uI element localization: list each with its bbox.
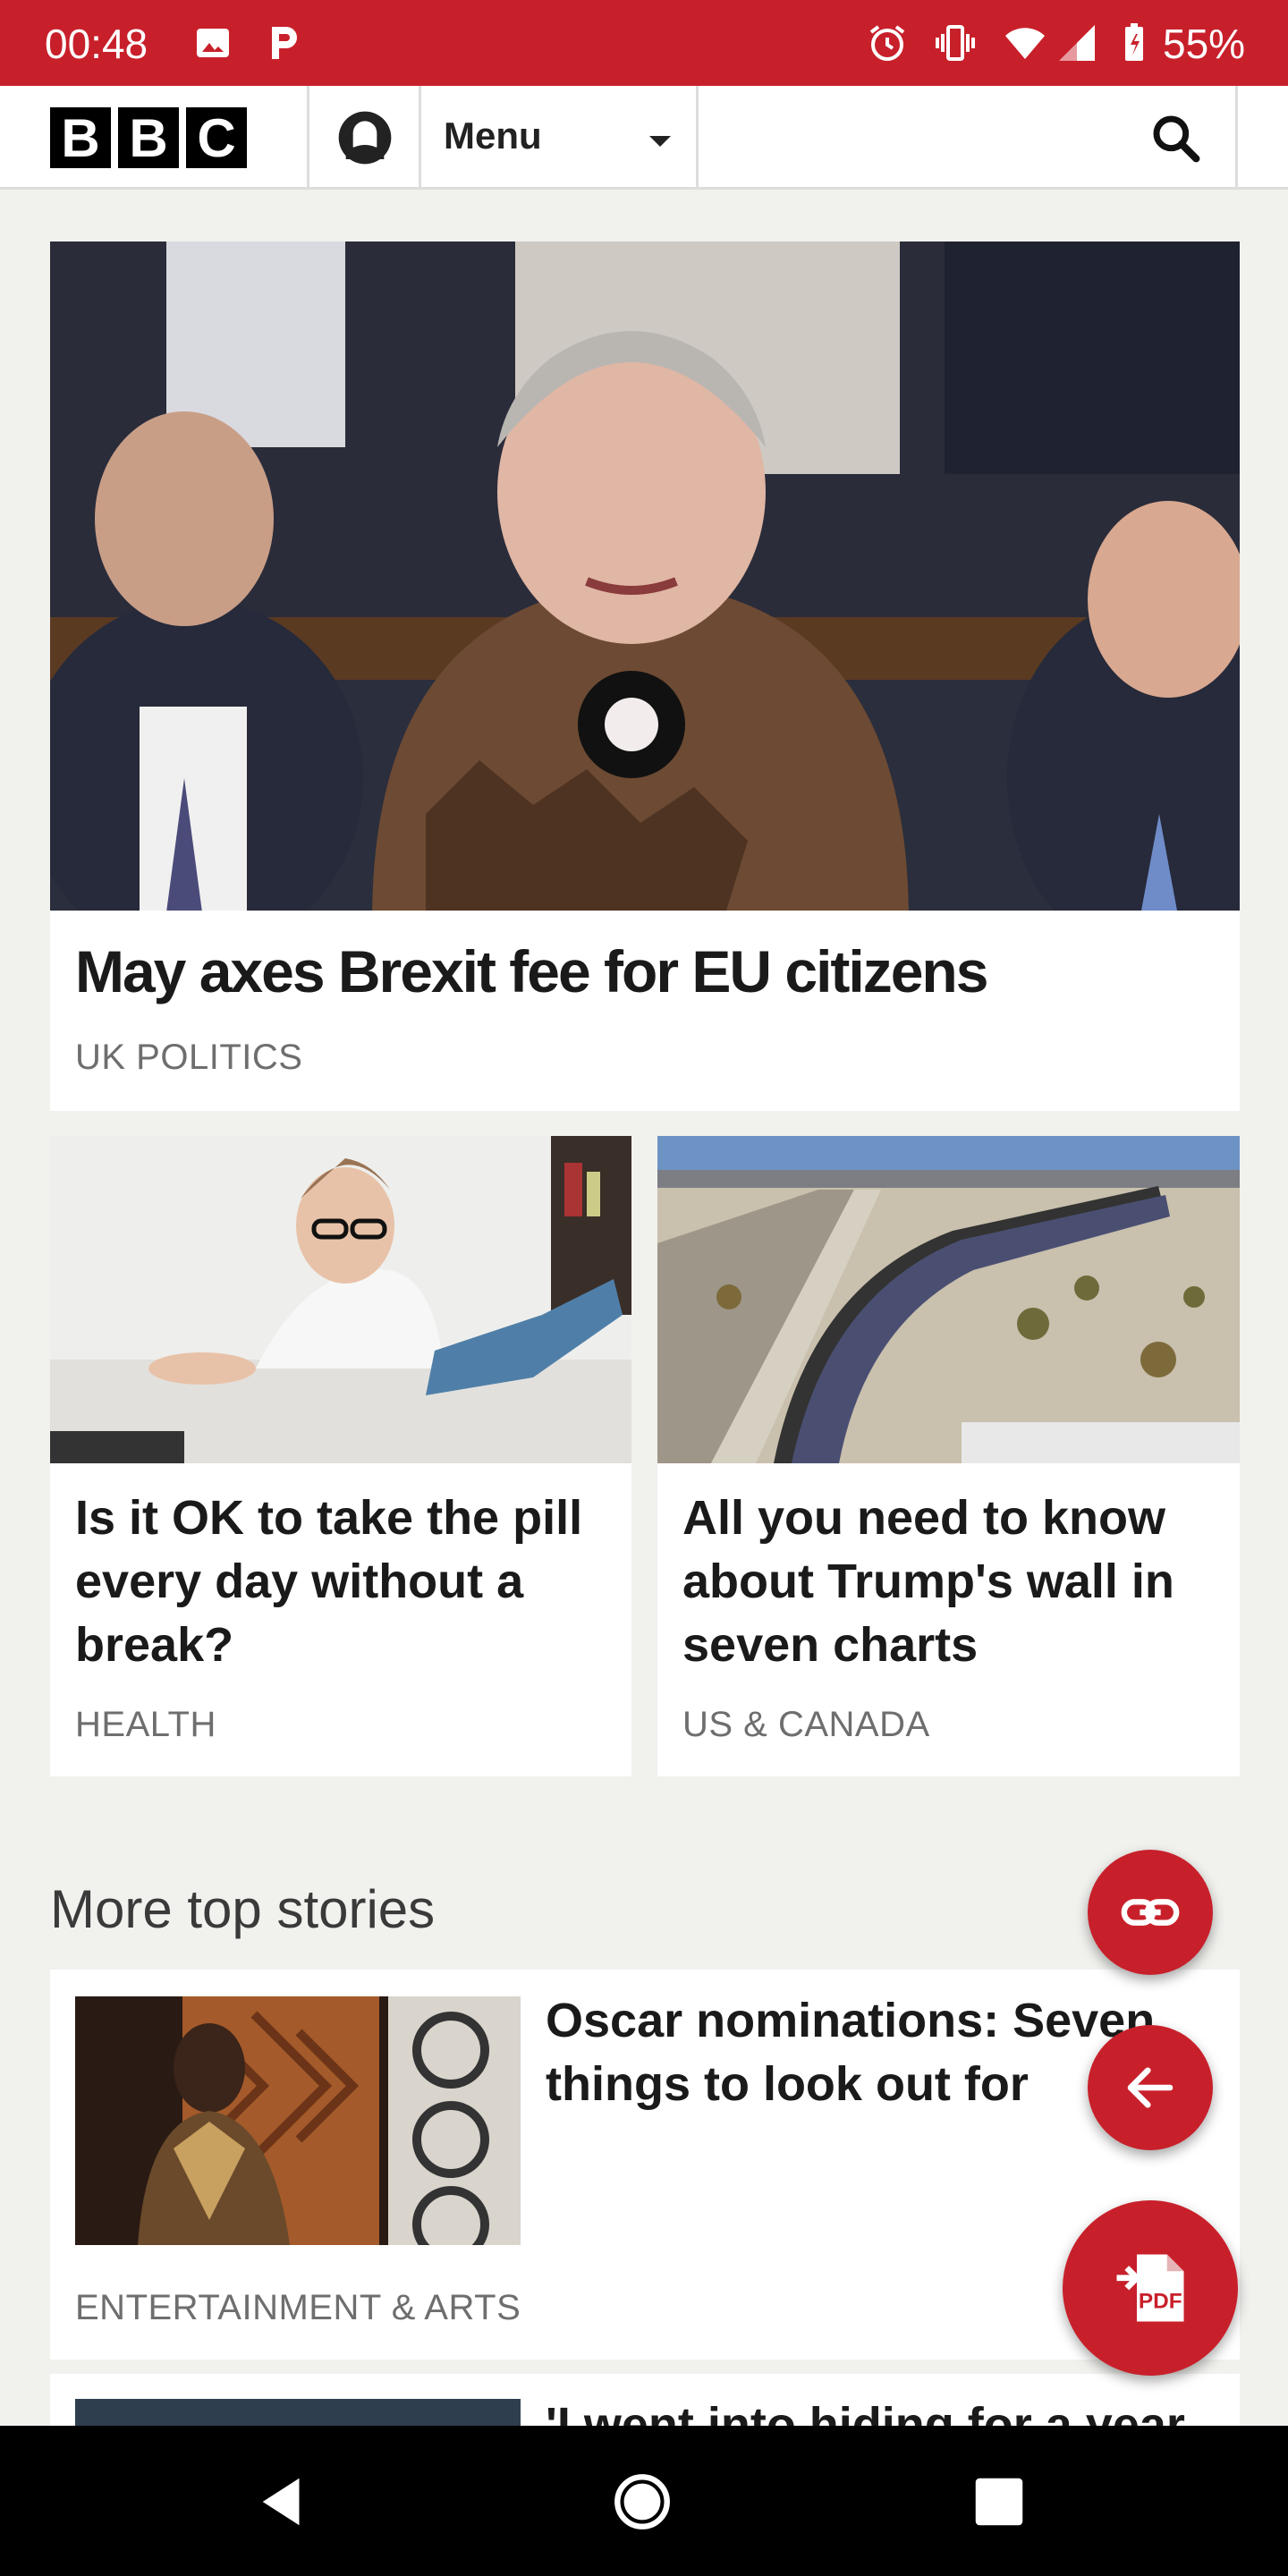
headline-line: break? <box>75 1618 234 1672</box>
story-headline: All you need to know about Trump's wall … <box>682 1487 1219 1677</box>
battery-percent: 55% <box>1163 21 1246 67</box>
status-bar: 00:48 55% <box>0 0 1288 86</box>
story-image <box>657 1136 1240 1463</box>
lead-story-headline: May axes Brexit fee for EU citizens <box>75 938 988 1004</box>
site-header: B B C Menu <box>0 86 1288 190</box>
headline-line: about Trump's wall in <box>682 1555 1174 1608</box>
pdf-label: PDF <box>1139 2290 1182 2314</box>
battery-icon <box>1125 23 1143 61</box>
lead-story-section: UK POLITICS <box>75 1038 303 1077</box>
story-section: US & CANADA <box>682 1705 930 1744</box>
logo-letter: C <box>186 107 247 168</box>
headline-line: All you need to know <box>682 1491 1166 1545</box>
lead-story-image <box>50 242 1240 911</box>
logo-letter: B <box>118 107 179 168</box>
logo-letter: B <box>50 107 111 168</box>
image-icon <box>197 29 229 57</box>
signal-icon <box>1059 25 1095 61</box>
story-card-health[interactable]: Is it OK to take the pill every day with… <box>50 1136 631 1776</box>
story-image <box>50 1136 631 1463</box>
status-time: 00:48 <box>45 21 148 67</box>
story-section: HEALTH <box>75 1705 216 1744</box>
android-nav-bar <box>0 2426 1288 2576</box>
nav-back-icon[interactable] <box>252 2470 315 2533</box>
vibrate-icon <box>936 25 975 61</box>
bbc-logo[interactable]: B B C <box>50 107 247 168</box>
link-icon <box>1121 1899 1180 1926</box>
menu-button[interactable]: Menu <box>420 86 698 190</box>
story-card-oscars[interactable]: Oscar nominations: Seven things to look … <box>50 1970 1240 2360</box>
wifi-icon <box>1005 28 1045 59</box>
chevron-down-icon <box>649 136 671 147</box>
copy-link-button[interactable] <box>1088 1850 1213 1975</box>
save-pdf-button[interactable]: PDF <box>1063 2200 1238 2376</box>
menu-label: Menu <box>444 114 542 157</box>
account-button[interactable] <box>309 86 420 190</box>
story-headline: Is it OK to take the pill every day with… <box>75 1487 612 1677</box>
search-button[interactable] <box>1113 86 1238 190</box>
p-app-icon <box>272 27 297 59</box>
section-title: More top stories <box>50 1879 436 1939</box>
story-section: ENTERTAINMENT & ARTS <box>75 2288 521 2327</box>
story-card-us-canada[interactable]: All you need to know about Trump's wall … <box>657 1136 1240 1776</box>
search-icon <box>1153 115 1200 163</box>
headline-line: every day without a <box>75 1555 524 1608</box>
pdf-icon: PDF <box>1116 2254 1184 2322</box>
account-icon <box>338 111 392 165</box>
nav-home-icon[interactable] <box>611 2470 674 2533</box>
back-button[interactable] <box>1088 2025 1213 2150</box>
alarm-icon <box>869 25 905 61</box>
headline-line: Is it OK to take the pill <box>75 1491 583 1545</box>
header-divider <box>696 86 699 190</box>
headline-line: seven charts <box>682 1618 979 1672</box>
lead-story-card[interactable]: May axes Brexit fee for EU citizens UK P… <box>50 242 1240 1111</box>
arrow-left-icon <box>1127 2067 1174 2108</box>
nav-recents-icon[interactable] <box>968 2470 1030 2533</box>
story-image <box>75 1996 521 2245</box>
